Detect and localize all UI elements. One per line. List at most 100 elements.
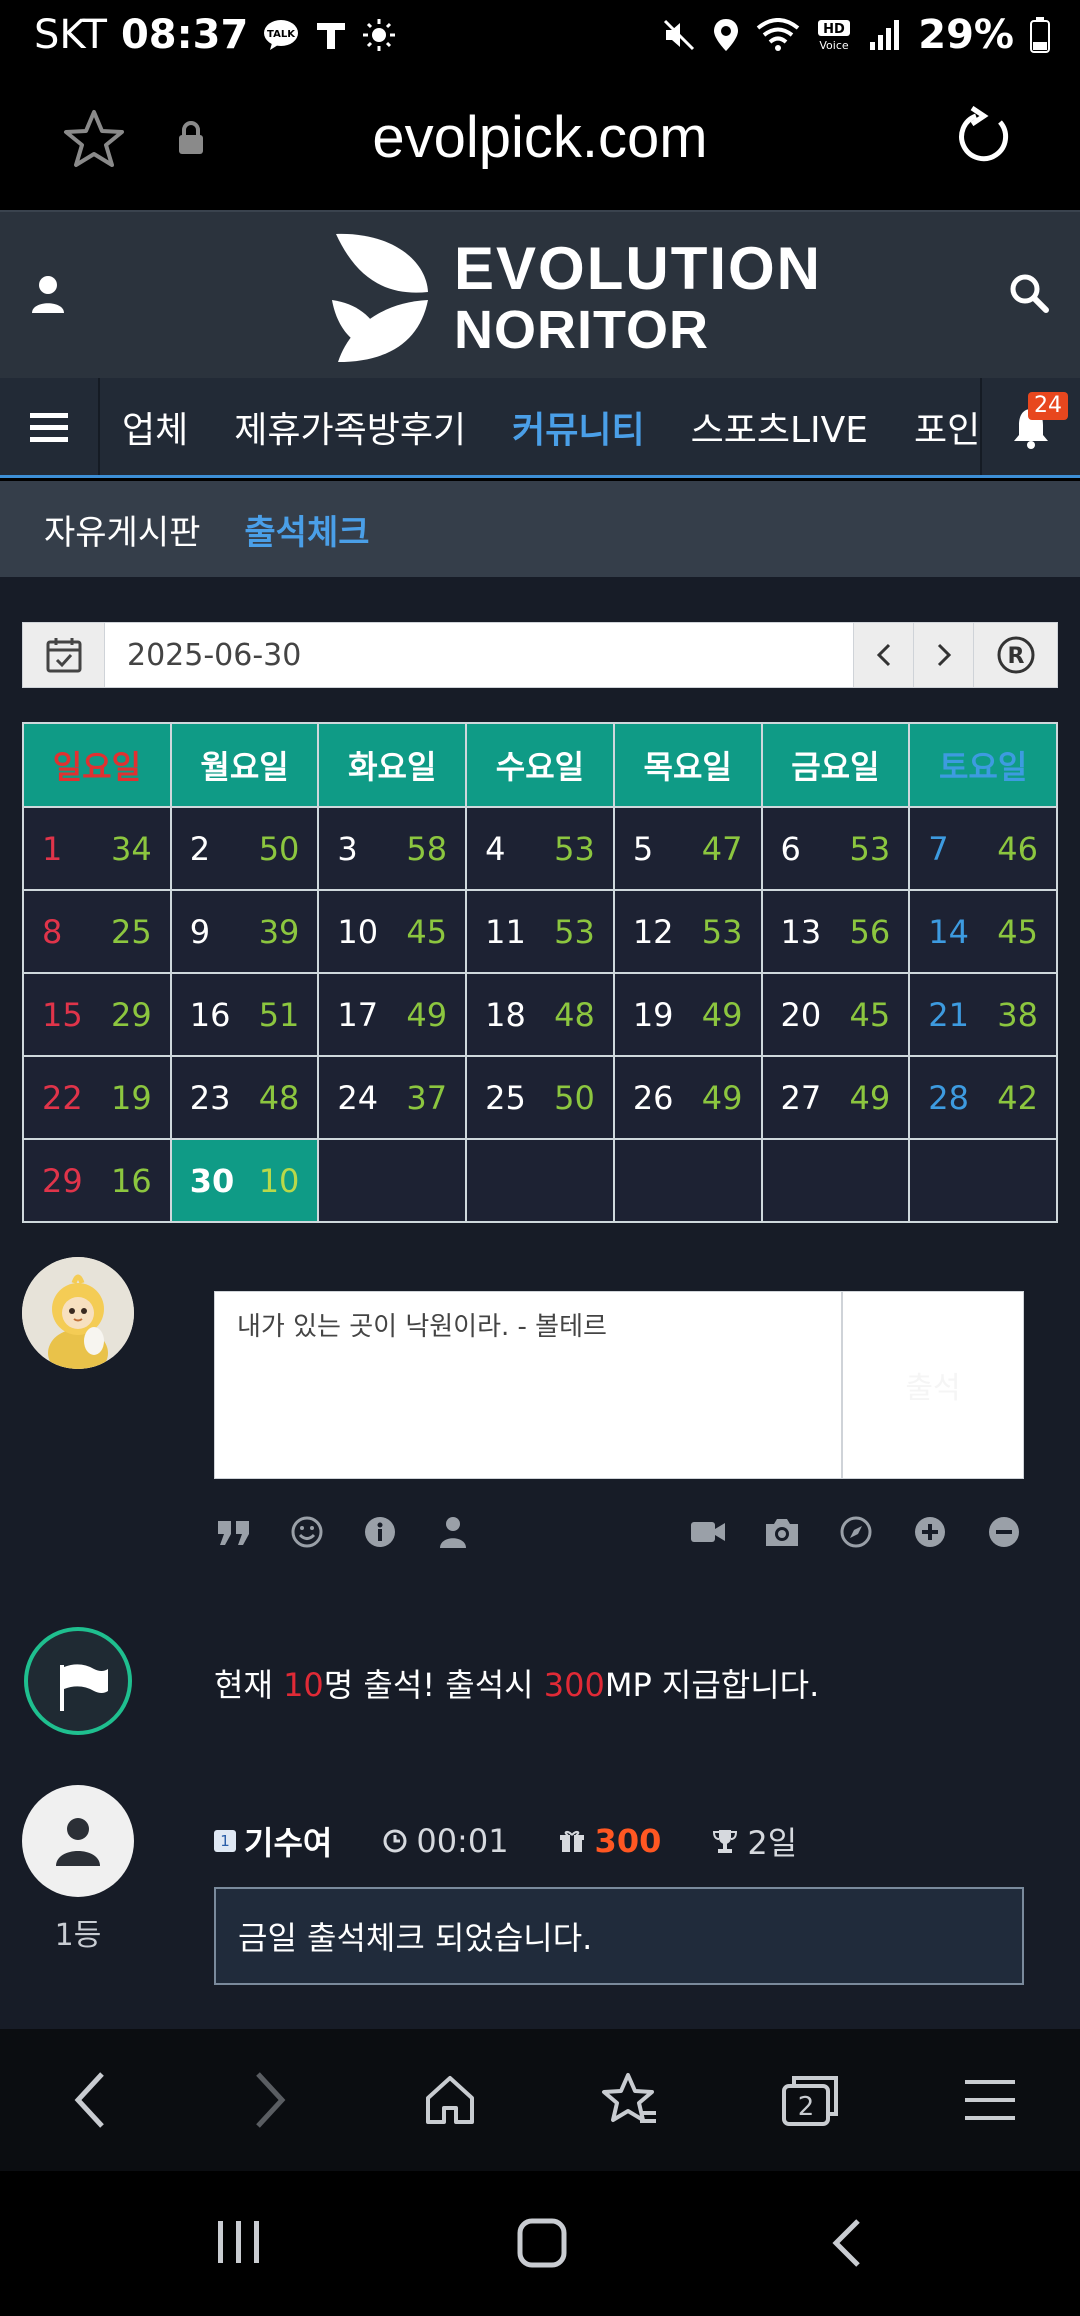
calendar-day[interactable]: 30 10	[169, 1138, 320, 1223]
browser-url-bar: evolpick.com	[0, 76, 1080, 210]
attendance-submit-button[interactable]: 출석	[843, 1292, 1023, 1478]
calendar-day[interactable]: 17 49	[317, 972, 468, 1057]
user-icon[interactable]	[30, 274, 66, 318]
reload-icon[interactable]	[954, 105, 1014, 170]
day-number: 24	[337, 1078, 379, 1117]
calendar-day[interactable]: 23 48	[169, 1055, 320, 1140]
wifi-icon	[756, 18, 800, 52]
calendar-day[interactable]: 19 49	[612, 972, 763, 1057]
back-icon[interactable]	[50, 2060, 130, 2140]
day-number: 27	[780, 1078, 822, 1117]
home-button-icon[interactable]	[516, 2217, 568, 2273]
calendar-day[interactable]: 18 48	[465, 972, 615, 1057]
calendar-day[interactable]: 9 39	[169, 889, 320, 974]
notification-count-badge: 24	[1028, 392, 1068, 421]
bookmarks-icon[interactable]	[590, 2060, 670, 2140]
calendar-day[interactable]: 7 46	[908, 806, 1058, 891]
attendance-suffix: MP 지급합니다.	[604, 1666, 820, 1704]
comment-textarea[interactable]: 내가 있는 곳이 낙원이라. - 볼테르	[215, 1292, 843, 1478]
attendee-count: 38	[997, 995, 1038, 1034]
calendar-day[interactable]: 26 49	[612, 1055, 763, 1140]
calendar-day[interactable]: 3 58	[317, 806, 468, 891]
minus-circle-icon[interactable]	[984, 1512, 1024, 1552]
calendar-day[interactable]: 15 29	[22, 972, 172, 1057]
search-icon[interactable]	[1008, 272, 1050, 318]
next-month-button[interactable]	[913, 623, 973, 687]
carrier-label: SKT	[34, 12, 107, 58]
attendee-count: 45	[997, 912, 1038, 951]
hamburger-menu-icon[interactable]	[0, 378, 100, 475]
camera-icon[interactable]	[762, 1512, 802, 1552]
header-tuesday: 화요일	[317, 722, 468, 808]
svg-text:TALK: TALK	[267, 29, 296, 40]
calendar-day[interactable]: 6 53	[760, 806, 911, 891]
reset-date-button[interactable]: R	[973, 623, 1057, 687]
nav-item-sports-live[interactable]: 스포츠LIVE	[691, 401, 868, 453]
user-name[interactable]: 기수여	[244, 1818, 332, 1864]
compass-icon[interactable]	[836, 1512, 876, 1552]
prev-month-button[interactable]	[853, 623, 913, 687]
calendar-empty-cell	[908, 1138, 1058, 1223]
site-logo[interactable]: EVOLUTION NORITOR	[330, 230, 822, 366]
quote-icon[interactable]	[214, 1512, 254, 1552]
system-back-icon[interactable]	[828, 2217, 864, 2273]
attendance-mid: 명 출석! 출석시	[323, 1666, 544, 1704]
user-icon[interactable]	[433, 1512, 473, 1552]
calendar-empty-cell	[465, 1138, 615, 1223]
home-icon[interactable]	[410, 2060, 490, 2140]
calendar-day[interactable]: 27 49	[760, 1055, 911, 1140]
recent-apps-icon[interactable]	[214, 2217, 264, 2271]
battery-icon	[1030, 17, 1050, 53]
tab-attendance-check[interactable]: 출석체크	[244, 505, 369, 554]
calendar-day[interactable]: 4 53	[465, 806, 615, 891]
calendar-day[interactable]: 29 16	[22, 1138, 172, 1223]
avatar[interactable]	[22, 1785, 134, 1897]
calendar-day[interactable]: 13 56	[760, 889, 911, 974]
attendance-info: 현재 10명 출석! 출석시 300MP 지급합니다.	[214, 1660, 819, 1706]
tab-free-board[interactable]: 자유게시판	[44, 505, 200, 554]
calendar-day[interactable]: 25 50	[465, 1055, 615, 1140]
calendar-day[interactable]: 10 45	[317, 889, 468, 974]
calendar-day[interactable]: 21 38	[908, 972, 1058, 1057]
calendar-day[interactable]: 22 19	[22, 1055, 172, 1140]
plus-circle-icon[interactable]	[910, 1512, 950, 1552]
header-friday: 금요일	[760, 722, 911, 808]
svg-text:HD: HD	[823, 22, 845, 37]
url-text[interactable]: evolpick.com	[0, 104, 1080, 171]
attendee-count: 49	[406, 995, 448, 1034]
nav-item-partner-reviews[interactable]: 제휴가족방후기	[234, 401, 466, 453]
calendar-day[interactable]: 20 45	[760, 972, 911, 1057]
tmap-icon	[314, 18, 348, 52]
calendar-day[interactable]: 12 53	[612, 889, 763, 974]
sub-nav: 자유게시판 출석체크	[0, 481, 1080, 577]
attendee-count: 47	[701, 829, 743, 868]
nav-item-community[interactable]: 커뮤니티	[512, 401, 644, 453]
calendar-day[interactable]: 1 34	[22, 806, 172, 891]
calendar-icon[interactable]	[23, 623, 105, 687]
attendee-count: 42	[997, 1078, 1038, 1117]
comment-toolbar	[214, 1507, 1024, 1557]
calendar-day[interactable]: 28 42	[908, 1055, 1058, 1140]
info-icon[interactable]	[360, 1512, 400, 1552]
notification-bell-icon[interactable]: 24	[980, 378, 1080, 475]
calendar-day[interactable]: 5 47	[612, 806, 763, 891]
attendee-count: 48	[554, 995, 595, 1034]
calendar-day[interactable]: 2 50	[169, 806, 320, 891]
video-icon[interactable]	[688, 1512, 728, 1552]
calendar-day[interactable]: 14 45	[908, 889, 1058, 974]
menu-icon[interactable]	[950, 2060, 1030, 2140]
header-saturday: 토요일	[908, 722, 1058, 808]
calendar-empty-cell	[612, 1138, 763, 1223]
nav-item-point-exchange[interactable]: 포인트전	[914, 401, 980, 453]
date-input[interactable]	[105, 623, 853, 687]
calendar-day[interactable]: 24 37	[317, 1055, 468, 1140]
calendar-day[interactable]: 8 25	[22, 889, 172, 974]
forward-icon[interactable]	[230, 2060, 310, 2140]
day-number: 9	[189, 912, 211, 951]
calendar-day[interactable]: 11 53	[465, 889, 615, 974]
tabs-icon[interactable]: 2	[770, 2060, 850, 2140]
logo-line1: EVOLUTION	[454, 235, 823, 302]
nav-item-companies[interactable]: 업체	[122, 401, 188, 453]
calendar-day[interactable]: 16 51	[169, 972, 320, 1057]
emoticon-icon[interactable]	[287, 1512, 327, 1552]
